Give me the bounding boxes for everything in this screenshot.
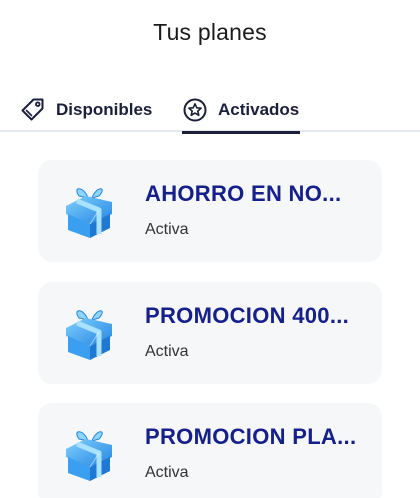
gift-icon — [62, 184, 116, 240]
plan-status: Activa — [145, 464, 189, 481]
plan-card[interactable]: PROMOCION PLA... Activa — [38, 403, 382, 498]
plan-status: Activa — [145, 221, 189, 238]
plan-name: AHORRO EN NO... — [145, 181, 342, 206]
active-tab-indicator — [182, 131, 300, 134]
plan-card[interactable]: PROMOCION 400... Activa — [38, 282, 382, 384]
plan-name: PROMOCION PLA... — [145, 424, 357, 449]
tag-icon — [20, 97, 46, 123]
tab-disponibles-label: Disponibles — [56, 100, 153, 119]
plans-screen: Tus planes Disponibles Activados AHORRO … — [0, 0, 420, 498]
gift-icon — [62, 306, 116, 362]
tab-disponibles[interactable]: Disponibles — [20, 88, 152, 132]
plans-tab-bar: Disponibles Activados — [0, 88, 420, 134]
gift-icon — [62, 427, 116, 483]
page-title: Tus planes — [153, 19, 267, 45]
tab-activados-label: Activados — [218, 100, 300, 119]
plan-name: PROMOCION 400... — [145, 303, 350, 328]
tab-activados[interactable]: Activados — [182, 88, 300, 134]
plan-status: Activa — [145, 343, 189, 360]
star-circle-icon — [182, 97, 208, 123]
plan-card[interactable]: AHORRO EN NO... Activa — [38, 160, 382, 262]
